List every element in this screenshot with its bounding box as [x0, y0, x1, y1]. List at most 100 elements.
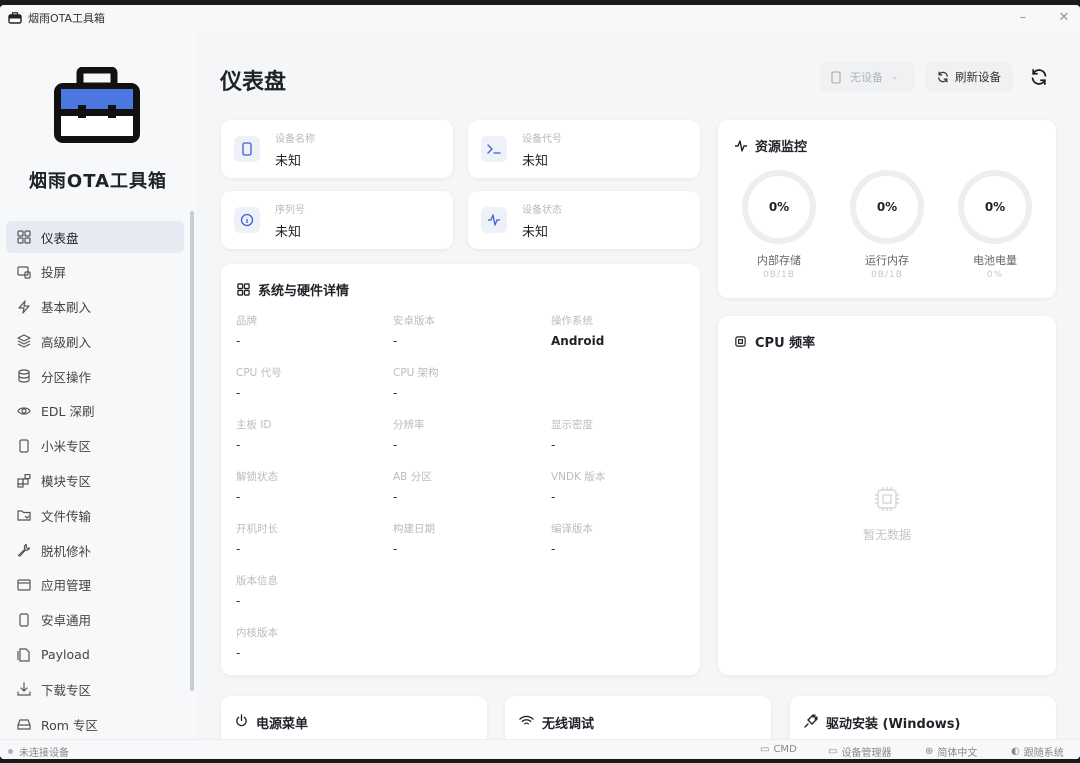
spec-item: 版本信息 - [236, 573, 386, 608]
lightning-icon [16, 299, 32, 315]
sidebar-item-label: EDL 深刷 [41, 404, 95, 420]
cmd-button[interactable]: ▭ CMD [760, 744, 797, 755]
spec-label: CPU 架构 [393, 367, 439, 379]
spec-label: 操作系统 [551, 315, 593, 327]
spec-item: 操作系统 Android [551, 313, 701, 348]
sidebar-item-app-manager[interactable]: 应用管理 [6, 569, 184, 601]
info-icon [234, 207, 260, 233]
spec-item: CPU 架构 - [393, 365, 543, 400]
spec-value: - [393, 490, 398, 504]
sidebar-item-label: 投屏 [41, 265, 67, 281]
sidebar-item-downloads[interactable]: 下载专区 [6, 673, 184, 705]
spec-label: 分辨率 [393, 419, 425, 431]
ring-sub: 0B/1B [871, 270, 903, 280]
wifi-icon [519, 715, 534, 731]
sidebar-item-partition[interactable]: 分区操作 [6, 360, 184, 392]
close-button[interactable]: ✕ [1054, 8, 1074, 28]
battery-gauge: 0% 电池电量 0% [955, 170, 1035, 280]
theme-icon: ◐ [1011, 746, 1020, 757]
refresh-button[interactable] [1024, 62, 1054, 92]
app-window: 烟雨OTA工具箱 – ✕ 烟雨OTA工具箱 仪表盘 投屏 基本刷入 高级刷入 分… [0, 5, 1080, 759]
sidebar-item-rom[interactable]: Rom 专区 [6, 708, 184, 740]
toolbox-logo-icon [54, 67, 140, 143]
pulse-icon [733, 138, 748, 153]
sidebar-item-label: 脱机修补 [41, 543, 92, 559]
layers-icon [16, 333, 32, 349]
toolbox-icon [8, 12, 22, 24]
spec-label: 显示密度 [551, 419, 593, 431]
refresh-device-button[interactable]: 刷新设备 [925, 62, 1013, 92]
title-bar: 烟雨OTA工具箱 – ✕ [0, 5, 1080, 31]
cpu-frequency-card: CPU 频率 暂无数据 [718, 316, 1056, 675]
refresh-icon [1031, 69, 1047, 85]
spec-value: - [551, 490, 556, 504]
device-name-card: 设备名称 未知 [221, 120, 453, 178]
device-manager-button[interactable]: ▭ 设备管理器 [828, 744, 891, 759]
info-value: 未知 [275, 224, 302, 240]
main-content: 仪表盘 无设备 ⌄ 刷新设备 设备名称 未知 设备代号 未知 序列号 未知 设备… [196, 31, 1080, 756]
minimize-button[interactable]: – [1013, 8, 1033, 28]
sidebar-item-android-general[interactable]: 安卓通用 [6, 604, 184, 636]
phone-icon [831, 70, 841, 84]
sidebar-item-label: Payload [41, 647, 90, 663]
sidebar-item-modules[interactable]: 模块专区 [6, 465, 184, 497]
download-icon [16, 681, 32, 697]
spec-label: 内核版本 [236, 627, 278, 639]
chevron-down-icon: ⌄ [891, 72, 899, 82]
info-value: 未知 [275, 153, 302, 169]
info-label: 设备状态 [522, 204, 562, 216]
phone-icon [16, 438, 32, 454]
grid-icon [16, 229, 32, 245]
theme-button[interactable]: ◐ 跟随系统 [1011, 744, 1064, 759]
cmd-label: CMD [773, 744, 797, 755]
sidebar-item-xiaomi[interactable]: 小米专区 [6, 430, 184, 462]
spec-label: 构建日期 [393, 523, 435, 535]
card-title: CPU 频率 [733, 332, 815, 351]
sidebar-item-advanced-flash[interactable]: 高级刷入 [6, 325, 184, 357]
ring-label: 电池电量 [973, 254, 1017, 267]
pulse-icon [481, 207, 507, 233]
sidebar-item-offline-patch[interactable]: 脱机修补 [6, 534, 184, 566]
sidebar-item-label: 下载专区 [41, 682, 92, 698]
spec-label: 开机时长 [236, 523, 278, 535]
device-status-card: 设备状态 未知 [468, 191, 700, 249]
sidebar-item-label: 仪表盘 [41, 230, 79, 246]
sidebar-item-dashboard[interactable]: 仪表盘 [6, 221, 184, 253]
wrench-icon [16, 542, 32, 558]
refresh-device-label: 刷新设备 [955, 70, 1001, 84]
sidebar-item-screencast[interactable]: 投屏 [6, 256, 184, 288]
ring-sub: 0% [986, 270, 1004, 280]
card-title-text: 资源监控 [755, 140, 808, 155]
spec-value: - [393, 386, 398, 400]
chip-icon [733, 334, 748, 349]
sidebar-item-edl[interactable]: EDL 深刷 [6, 395, 184, 427]
sidebar-item-label: 小米专区 [41, 439, 92, 455]
language-button[interactable]: ⊕ 简体中文 [925, 744, 977, 759]
card-title: 系统与硬件详情 [236, 280, 349, 299]
sidebar-item-payload[interactable]: Payload [6, 639, 184, 671]
sidebar-item-basic-flash[interactable]: 基本刷入 [6, 291, 184, 323]
spec-item: 开机时长 - [236, 521, 386, 556]
sidebar-item-file-transfer[interactable]: 文件传输 [6, 499, 184, 531]
sidebar-item-label: 基本刷入 [41, 300, 92, 316]
terminal-icon [481, 136, 507, 162]
spec-item: 构建日期 - [393, 521, 543, 556]
power-icon [235, 714, 248, 731]
info-value: 未知 [522, 153, 549, 169]
refresh-icon [938, 71, 948, 83]
spec-label: 版本信息 [236, 575, 278, 587]
connection-status: 未连接设备 [8, 744, 69, 759]
device-select[interactable]: 无设备 ⌄ [820, 62, 915, 92]
status-dot-icon [8, 749, 13, 754]
card-title-text: 电源菜单 [256, 717, 309, 732]
screencast-icon [16, 264, 32, 280]
sidebar-scrollbar[interactable] [190, 211, 194, 691]
card-title: 电源菜单 [235, 713, 308, 732]
phone-icon [16, 612, 32, 628]
spec-value: - [551, 542, 556, 556]
device-codename-card: 设备代号 未知 [468, 120, 700, 178]
folder-icon [16, 507, 32, 523]
spec-item: 分辨率 - [393, 417, 543, 452]
spec-value: - [236, 646, 241, 660]
spec-label: 编译版本 [551, 523, 593, 535]
